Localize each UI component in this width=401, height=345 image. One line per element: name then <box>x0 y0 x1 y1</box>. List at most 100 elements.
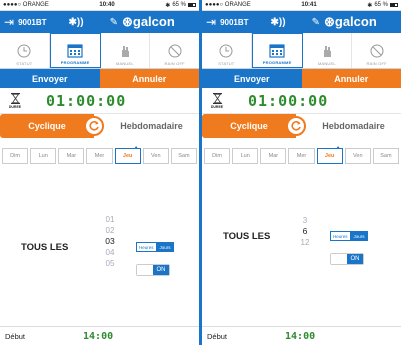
day-lun[interactable]: Lun <box>232 148 259 164</box>
on-switch[interactable]: ON <box>330 253 364 265</box>
on-switch[interactable]: ON <box>136 264 170 276</box>
interval-picker: TOUS LES 01 02 03 04 05 Heures Jours ON <box>0 210 199 290</box>
unit-hours[interactable]: Heures <box>136 242 157 252</box>
day-ven[interactable]: Ven <box>142 148 169 164</box>
action-bar: Envoyer Annuler <box>0 69 199 88</box>
tab-programme[interactable]: PROGRAMME <box>251 33 303 68</box>
interval-wheel[interactable]: 01 02 03 04 05 <box>100 214 120 269</box>
device-name: 9001BT <box>18 17 47 27</box>
bluetooth-icon: ✱)) <box>68 16 84 28</box>
tab-manual[interactable]: MANUEL <box>101 33 151 68</box>
hourglass-icon: DUREE <box>6 92 24 109</box>
app-header: ⇥ 9001BT ✱)) ✎ ⊛galcon <box>202 11 401 33</box>
every-label: TOUS LES <box>223 231 271 242</box>
carrier: ●●●●○ ORANGE <box>205 2 251 8</box>
day-jeu[interactable]: ● Jeu <box>316 145 343 164</box>
day-mar[interactable]: Mar <box>260 148 287 164</box>
battery-icon <box>390 3 398 7</box>
tab-label: RAIN OFF <box>164 61 185 66</box>
start-value: 14:00 <box>285 330 316 342</box>
unit-days[interactable]: Jours <box>156 242 174 252</box>
duration-row[interactable]: DUREE 01:00:00 <box>202 88 401 114</box>
mode-cyclic[interactable]: Cyclique <box>0 114 94 138</box>
battery: ✱ 65 % <box>367 2 398 9</box>
start-row[interactable]: Début 14:00 <box>202 326 401 345</box>
day-mer[interactable]: Mer <box>288 148 315 164</box>
wheel-selected: 6 <box>302 226 308 236</box>
phone-screen-right: ●●●●○ ORANGE 10:41 ✱ 65 % ⇥ 9001BT ✱)) ✎… <box>202 0 401 345</box>
mode-toggle-icon[interactable] <box>286 116 306 136</box>
mode-cyclic[interactable]: Cyclique <box>202 114 296 138</box>
bluetooth-status-icon: ✱ <box>367 2 373 9</box>
edit-icon[interactable]: ✎ <box>110 17 118 28</box>
unit-hours[interactable]: Heures <box>330 231 351 241</box>
start-label: Début <box>5 331 26 341</box>
day-sam[interactable]: Sam <box>170 148 197 164</box>
tab-status[interactable]: STATUT <box>202 33 252 68</box>
status-bar: ●●●●○ ORANGE 10:41 ✱ 65 % <box>202 0 401 11</box>
tab-label: STATUT <box>218 61 235 66</box>
battery: ✱ 65 % <box>165 2 196 9</box>
clock: 10:41 <box>301 2 317 8</box>
tab-label: STATUT <box>16 61 33 66</box>
tab-label: MANUEL <box>115 61 134 66</box>
tab-bar: STATUT PROGRAMME MANUEL RAIN OFF <box>0 33 199 69</box>
rain-off-icon <box>167 43 183 59</box>
unit-toggle: Heures Jours <box>136 242 174 252</box>
tab-label: PROGRAMME <box>262 60 292 65</box>
edit-icon[interactable]: ✎ <box>312 17 320 28</box>
day-ven[interactable]: Ven <box>344 148 371 164</box>
hand-icon <box>319 43 335 59</box>
device-name: 9001BT <box>220 17 249 27</box>
battery-icon <box>188 3 196 7</box>
start-value: 14:00 <box>83 330 114 342</box>
app-header: ⇥ 9001BT ✱)) ✎ ⊛galcon <box>0 11 199 33</box>
day-dim[interactable]: Dim <box>2 148 29 164</box>
duration-row[interactable]: DUREE 01:00:00 <box>0 88 199 114</box>
mode-weekly[interactable]: Hebdomadaire <box>104 121 199 131</box>
tab-programme[interactable]: PROGRAMME <box>49 33 101 68</box>
day-mer[interactable]: Mer <box>86 148 113 164</box>
day-lun[interactable]: Lun <box>30 148 57 164</box>
tab-rain-off[interactable]: RAIN OFF <box>352 33 401 68</box>
start-row[interactable]: Début 14:00 <box>0 326 199 345</box>
exit-icon[interactable]: ⇥ <box>4 15 14 29</box>
carrier: ●●●●○ ORANGE <box>3 2 49 8</box>
cancel-button[interactable]: Annuler <box>99 69 199 88</box>
day-sam[interactable]: Sam <box>372 148 399 164</box>
day-jeu[interactable]: ● Jeu <box>114 145 141 164</box>
wheel-selected: 03 <box>105 236 115 246</box>
unit-toggle: Heures Jours <box>330 231 368 241</box>
bluetooth-icon: ✱)) <box>270 16 286 28</box>
interval-wheel[interactable]: 3 6 12 <box>295 215 315 248</box>
tab-manual[interactable]: MANUEL <box>303 33 353 68</box>
exit-icon[interactable]: ⇥ <box>206 15 216 29</box>
interval-picker: TOUS LES 3 6 12 Heures Jours ON <box>202 210 401 290</box>
send-button[interactable]: Envoyer <box>0 69 100 88</box>
tab-bar: STATUT PROGRAMME MANUEL RAIN OFF <box>202 33 401 69</box>
day-selector: Dim Lun Mar Mer ● Jeu Ven Sam <box>0 140 199 164</box>
status-bar: ●●●●○ ORANGE 10:40 ✱ 65 % <box>0 0 199 11</box>
day-mar[interactable]: Mar <box>58 148 85 164</box>
tab-status[interactable]: STATUT <box>0 33 50 68</box>
day-dim[interactable]: Dim <box>204 148 231 164</box>
action-bar: Envoyer Annuler <box>202 69 401 88</box>
duration-value: 01:00:00 <box>248 91 329 110</box>
mode-weekly[interactable]: Hebdomadaire <box>306 121 401 131</box>
unit-days[interactable]: Jours <box>350 231 368 241</box>
tab-rain-off[interactable]: RAIN OFF <box>150 33 199 68</box>
duration-value: 01:00:00 <box>46 91 127 110</box>
tab-label: PROGRAMME <box>60 60 90 65</box>
send-button[interactable]: Envoyer <box>202 69 302 88</box>
clock-icon <box>218 43 234 59</box>
mode-selector: Cyclique Hebdomadaire <box>202 114 401 138</box>
phone-screen-left: ●●●●○ ORANGE 10:40 ✱ 65 % ⇥ 9001BT ✱)) ✎… <box>0 0 199 345</box>
calendar-icon <box>269 42 285 58</box>
mode-toggle-icon[interactable] <box>84 116 104 136</box>
cancel-button[interactable]: Annuler <box>301 69 401 88</box>
hourglass-icon: DUREE <box>208 92 226 109</box>
calendar-icon <box>67 42 83 58</box>
brand-logo: ⊛galcon <box>323 14 377 29</box>
rain-off-icon <box>369 43 385 59</box>
water-drop-icon: ● <box>134 145 138 151</box>
